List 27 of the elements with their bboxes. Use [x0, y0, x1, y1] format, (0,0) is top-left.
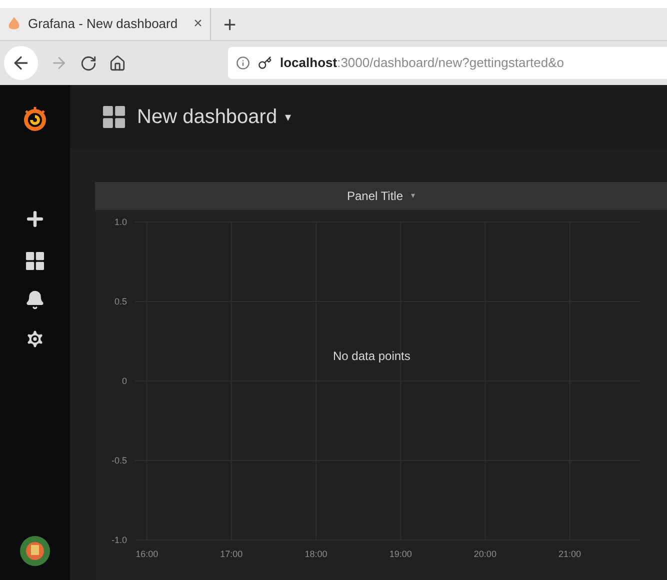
x-tick-label: 20:00	[474, 549, 496, 559]
plus-icon[interactable]	[24, 208, 46, 230]
x-tick-label: 19:00	[389, 549, 412, 559]
bell-icon[interactable]	[25, 290, 45, 310]
y-tick-label: 1.0	[114, 217, 127, 227]
panel-title-button[interactable]: Panel Title ▾	[95, 182, 667, 210]
y-tick-label: -1.0	[111, 535, 127, 545]
back-button[interactable]	[4, 46, 38, 80]
x-tick-label: 18:00	[304, 549, 328, 559]
address-bar[interactable]: localhost:3000/dashboard/new?gettingstarted&o	[228, 47, 667, 79]
y-tick-label: 0	[122, 376, 127, 386]
home-icon[interactable]	[109, 54, 126, 72]
dashboard-grid-icon[interactable]	[103, 106, 125, 128]
key-icon[interactable]	[258, 56, 272, 70]
y-tick-label: 0.5	[114, 296, 127, 306]
x-tick-label: 21:00	[558, 549, 582, 559]
dashboards-icon[interactable]	[26, 252, 44, 270]
new-tab-button[interactable]: +	[211, 8, 248, 40]
close-tab-button[interactable]: ×	[194, 12, 202, 36]
reload-icon[interactable]	[80, 54, 97, 72]
dashboard-title-button[interactable]: New dashboard ▾	[137, 102, 292, 132]
y-tick-label: -0.5	[111, 456, 127, 466]
avatar-icon[interactable]	[20, 536, 50, 566]
no-data-message: No data points	[333, 348, 410, 365]
x-tick-label: 16:00	[136, 549, 158, 559]
info-icon[interactable]	[236, 56, 250, 70]
x-tick-label: 17:00	[220, 549, 243, 559]
